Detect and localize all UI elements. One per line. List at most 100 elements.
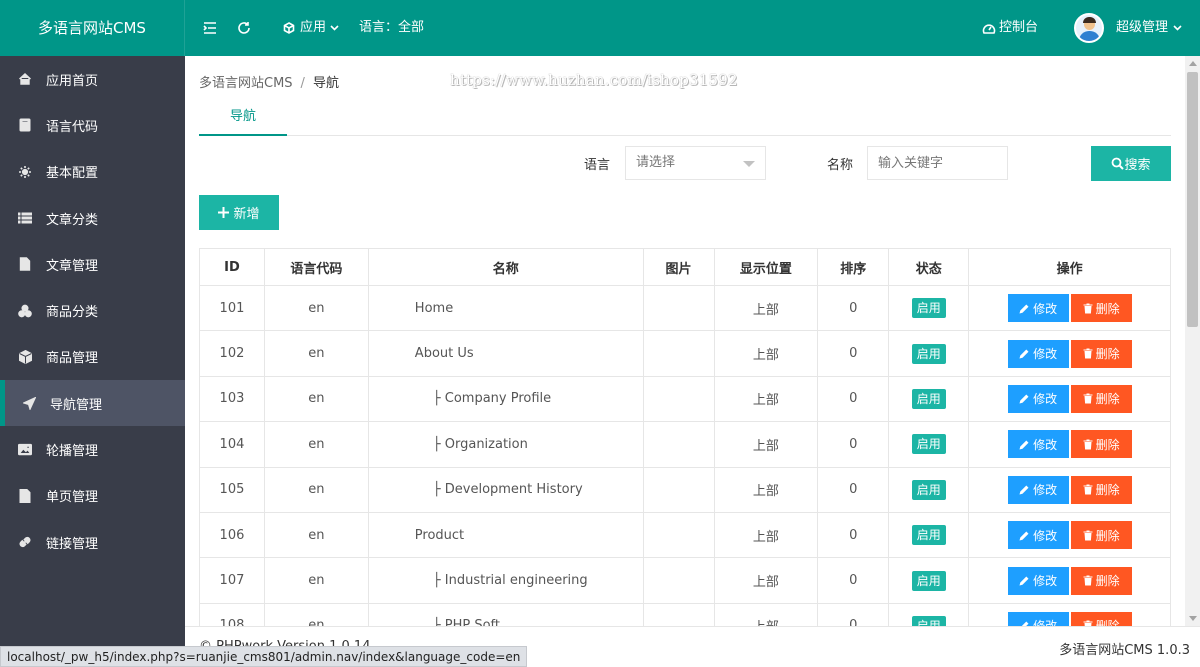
delete-button[interactable]: 删除 — [1070, 384, 1132, 413]
edit-button-label: 修改 — [1033, 392, 1058, 407]
cell-id: 106 — [199, 511, 265, 559]
keyword-input[interactable] — [867, 146, 1008, 180]
sidebar-item-8[interactable]: 轮播管理 — [0, 426, 185, 472]
trash-icon — [1083, 393, 1093, 404]
cell-id: 102 — [199, 330, 265, 377]
console-link[interactable]: 控制台 — [972, 0, 1048, 56]
breadcrumb-root[interactable]: 多语言网站CMS — [199, 76, 293, 91]
delete-button[interactable]: 删除 — [1070, 611, 1132, 626]
name-filter-label: 名称 — [827, 158, 854, 173]
edit-button[interactable]: 修改 — [1007, 611, 1069, 626]
edit-button[interactable]: 修改 — [1007, 566, 1069, 595]
sidebar-item-label: 商品管理 — [46, 351, 99, 367]
apps-menu[interactable]: 应用 — [273, 0, 349, 56]
status-badge[interactable]: 启用 — [911, 388, 946, 409]
chevron-down-icon — [1173, 25, 1182, 31]
scroll-up-icon[interactable] — [1189, 61, 1197, 66]
edit-button[interactable]: 修改 — [1007, 521, 1069, 550]
delete-button[interactable]: 删除 — [1070, 475, 1132, 504]
pencil-icon — [1019, 394, 1029, 404]
delete-button[interactable]: 删除 — [1070, 521, 1132, 550]
sidebar-item-6[interactable]: 商品管理 — [0, 334, 185, 380]
sidebar-item-5[interactable]: 商品分类 — [0, 287, 185, 333]
table-row: 104 en ├ Organization 上部 0 启用 修改 删除 — [199, 421, 1171, 468]
sidebar-item-7[interactable]: 导航管理 — [0, 380, 185, 427]
sidebar-item-9[interactable]: 单页管理 — [0, 473, 185, 519]
user-menu[interactable]: 超级管理 — [1116, 0, 1182, 56]
list-icon — [18, 211, 32, 225]
status-badge[interactable]: 启用 — [911, 434, 946, 455]
status-badge[interactable]: 启用 — [911, 570, 946, 591]
cell-image — [642, 375, 715, 423]
sidebar-item-2[interactable]: 基本配置 — [0, 149, 185, 195]
cell-name: ├ Industrial engineering — [367, 557, 644, 604]
sidebar-item-4[interactable]: 文章管理 — [0, 241, 185, 287]
delete-button[interactable]: 删除 — [1070, 566, 1132, 595]
delete-button[interactable]: 删除 — [1070, 294, 1132, 323]
header-right-nav: 控制台 超级管理 — [972, 0, 1182, 56]
cell-name: ├ Development History — [367, 466, 644, 513]
cell-language-code: en — [263, 330, 369, 377]
sidebar-item-3[interactable]: 文章分类 — [0, 195, 185, 241]
sidebar-item-10[interactable]: 链接管理 — [0, 519, 185, 565]
refresh-icon[interactable] — [227, 0, 261, 56]
column-header: 名称 — [367, 248, 644, 286]
breadcrumb: 多语言网站CMS / 导航 — [199, 72, 339, 91]
tab-nav[interactable]: 导航 — [199, 98, 287, 136]
delete-button-label: 删除 — [1095, 437, 1120, 452]
sidebar-item-0[interactable]: 应用首页 — [0, 56, 185, 102]
language-filter-label[interactable]: 语言：全部 — [349, 0, 434, 56]
edit-button[interactable]: 修改 — [1007, 294, 1069, 323]
caret-down-icon — [743, 161, 755, 167]
cell-image — [642, 557, 715, 604]
delete-button-label: 删除 — [1095, 301, 1120, 316]
cell-id: 107 — [199, 557, 265, 604]
search-button-label: 搜索 — [1124, 158, 1151, 173]
vertical-scrollbar[interactable] — [1185, 56, 1200, 626]
sidebar-item-1[interactable]: 语言代码 — [0, 102, 185, 148]
edit-button[interactable]: 修改 — [1007, 384, 1069, 413]
cell-actions: 修改 删除 — [968, 284, 1171, 332]
trash-icon — [1083, 348, 1093, 359]
breadcrumb-separator: / — [300, 76, 305, 91]
edit-button[interactable]: 修改 — [1007, 430, 1069, 459]
home-icon — [18, 72, 32, 86]
watermark: https://www.huzhan.com/ishop31592 — [450, 71, 738, 89]
avatar[interactable] — [1073, 13, 1104, 43]
app-logo[interactable]: 多语言网站CMS — [0, 0, 185, 56]
status-badge[interactable]: 启用 — [911, 479, 946, 500]
pencil-icon — [1019, 440, 1029, 450]
menu-toggle-icon[interactable] — [193, 0, 227, 56]
add-button[interactable]: 新增 — [199, 195, 279, 230]
column-header: ID — [199, 248, 265, 286]
status-badge[interactable]: 启用 — [911, 615, 946, 626]
cell-language-code: en — [263, 466, 369, 513]
delete-button-label: 删除 — [1095, 528, 1120, 543]
language-select[interactable]: 请选择 — [625, 146, 766, 180]
trash-icon — [1083, 484, 1093, 495]
cell-position: 上部 — [713, 602, 819, 626]
trash-icon — [1083, 530, 1093, 541]
cube-icon — [18, 349, 32, 364]
pencil-icon — [1019, 485, 1029, 495]
cell-actions: 修改 删除 — [968, 466, 1171, 513]
delete-button[interactable]: 删除 — [1070, 339, 1132, 368]
table-row: 107 en ├ Industrial engineering 上部 0 启用 修改 删除 — [199, 557, 1171, 604]
cell-id: 105 — [199, 466, 265, 513]
cell-status: 启用 — [888, 511, 970, 559]
cell-status: 启用 — [888, 330, 970, 377]
status-badge[interactable]: 启用 — [911, 343, 946, 364]
edit-button[interactable]: 修改 — [1007, 339, 1069, 368]
cell-name: ├ PHP Soft — [367, 602, 644, 626]
status-badge[interactable]: 启用 — [911, 525, 946, 546]
cell-language-code: en — [263, 421, 369, 468]
cell-status: 启用 — [888, 557, 970, 604]
cell-name: Product — [367, 511, 644, 559]
scroll-thumb[interactable] — [1187, 72, 1198, 327]
search-button[interactable]: 搜索 — [1091, 146, 1171, 181]
status-badge[interactable]: 启用 — [911, 298, 946, 319]
delete-button[interactable]: 删除 — [1070, 430, 1132, 459]
trash-icon — [1083, 439, 1093, 450]
edit-button[interactable]: 修改 — [1007, 475, 1069, 504]
scroll-down-icon[interactable] — [1189, 616, 1197, 621]
